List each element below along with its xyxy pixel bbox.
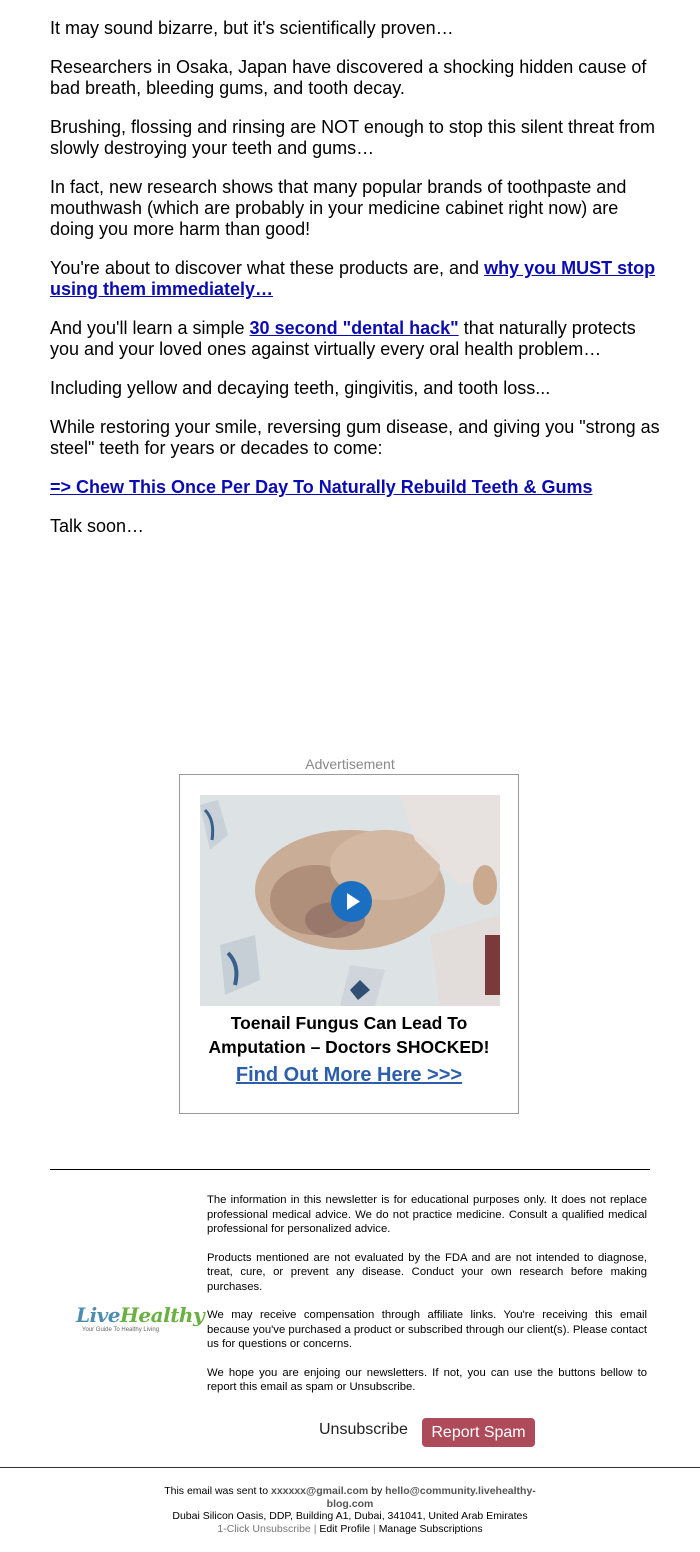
- logo-wordmark: LiveHealthy: [76, 1303, 205, 1327]
- footer-separator-2: |: [370, 1522, 379, 1535]
- footer-separator: [0, 1467, 700, 1468]
- paragraph-intro: It may sound bizarre, but it's scientifi…: [50, 18, 454, 38]
- sent-prefix: This email was sent to: [164, 1485, 271, 1497]
- play-icon: [347, 893, 360, 910]
- paragraph-discover: You're about to discover what these prod…: [50, 258, 660, 300]
- disclaimer-affiliate: We may receive compensation through affi…: [207, 1309, 647, 1350]
- ad-find-out-more-link[interactable]: Find Out More Here >>>: [180, 1064, 518, 1087]
- postal-address: Dubai Silicon Oasis, DDP, Building A1, D…: [172, 1510, 528, 1522]
- logo-word-live: Live: [76, 1303, 121, 1327]
- logo-word-healthy: Healthy: [120, 1303, 205, 1327]
- disclaimer: The information in this newsletter is fo…: [207, 1193, 647, 1409]
- paragraph-including: Including yellow and decaying teeth, gin…: [50, 378, 551, 398]
- ad-title[interactable]: Toenail Fungus Can Lead To Amputation – …: [180, 1011, 518, 1059]
- paragraph-brushing: Brushing, flossing and rinsing are NOT e…: [50, 117, 655, 158]
- paragraph-discover-text: You're about to discover what these prod…: [50, 258, 485, 278]
- ad-title-line-2: Amputation – Doctors SHOCKED!: [208, 1037, 490, 1057]
- unsubscribe-button[interactable]: Unsubscribe: [319, 1421, 408, 1439]
- manage-subscriptions-link[interactable]: Manage Subscriptions: [379, 1523, 483, 1535]
- chew-once-cta-link[interactable]: => Chew This Once Per Day To Naturally R…: [50, 477, 592, 497]
- disclaimer-fda: Products mentioned are not evaluated by …: [207, 1251, 647, 1293]
- ad-box[interactable]: Toenail Fungus Can Lead To Amputation – …: [179, 774, 519, 1114]
- paragraph-products: In fact, new research shows that many po…: [50, 177, 627, 239]
- report-spam-button[interactable]: Report Spam: [422, 1418, 535, 1447]
- disclaimer-unsubscribe-note: We hope you are enjoing our newsletters.…: [207, 1366, 647, 1394]
- signoff: Talk soon…: [50, 516, 145, 536]
- livehealthy-logo: LiveHealthy Your Guide To Healthy Living: [76, 1303, 205, 1344]
- play-button[interactable]: [331, 881, 372, 922]
- one-click-unsubscribe-link[interactable]: 1-Click Unsubscribe: [217, 1523, 310, 1535]
- cta-paragraph: => Chew This Once Per Day To Naturally R…: [50, 477, 660, 498]
- email-footer: This email was sent to xxxxxx@gmail.com …: [150, 1485, 550, 1535]
- footer-divider: [50, 1169, 650, 1170]
- email-body: It may sound bizarre, but it's scientifi…: [50, 18, 660, 555]
- logo-tagline: Your Guide To Healthy Living: [82, 1327, 160, 1333]
- paragraph-restoring: While restoring your smile, reversing gu…: [50, 417, 660, 458]
- dental-hack-link[interactable]: 30 second "dental hack": [250, 318, 459, 338]
- recipient-email: xxxxxx@gmail.com: [270, 1485, 369, 1497]
- paragraph-research: Researchers in Osaka, Japan have discove…: [50, 57, 647, 98]
- edit-profile-link[interactable]: Edit Profile: [319, 1523, 370, 1535]
- footer-links: 1-Click Unsubscribe | Edit Profile | Man…: [150, 1523, 550, 1536]
- disclaimer-educational: The information in this newsletter is fo…: [207, 1194, 647, 1235]
- ad-title-line-1: Toenail Fungus Can Lead To: [230, 1013, 468, 1033]
- paragraph-hack: And you'll learn a simple 30 second "den…: [50, 318, 660, 360]
- sent-by: by: [368, 1485, 386, 1497]
- advertisement-label: Advertisement: [305, 756, 395, 772]
- paragraph-hack-text-a: And you'll learn a simple: [50, 318, 250, 338]
- sent-to-line: This email was sent to xxxxxx@gmail.com …: [150, 1485, 550, 1510]
